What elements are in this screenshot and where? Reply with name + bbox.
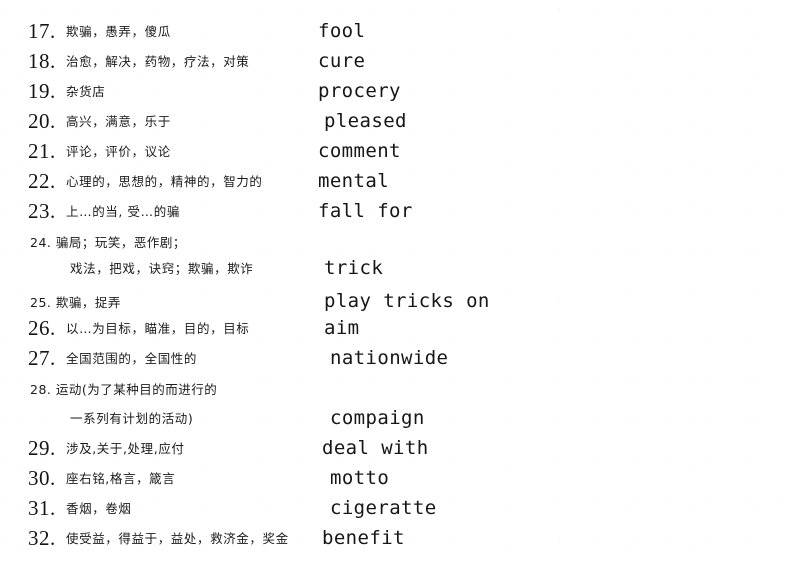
vocab-row: 18. 治愈，解决，药物，疗法，对策 cure: [0, 48, 800, 78]
vocab-row: 24. 骗局；玩笑，恶作剧；: [0, 228, 800, 258]
english-word: benefit: [322, 527, 405, 549]
chinese-gloss: 治愈，解决，药物，疗法，对策: [66, 54, 250, 69]
english-word: comment: [318, 140, 401, 162]
entry-number: 32.: [28, 526, 56, 550]
entry-number: 29.: [28, 436, 56, 460]
entry-number: 17.: [28, 19, 56, 43]
english-word: play tricks on: [324, 290, 490, 312]
english-word: cure: [318, 50, 366, 72]
chinese-gloss: 使受益，得益于，益处，救济金，奖金: [66, 531, 289, 546]
chinese-gloss: 杂货店: [66, 84, 106, 99]
chinese-gloss: 欺骗，愚弄，傻瓜: [66, 24, 171, 39]
vocab-row: 19. 杂货店 procery: [0, 78, 800, 108]
vocab-row: 25. 欺骗，捉弄 play tricks on: [0, 288, 800, 318]
english-word: cigeratte: [330, 497, 437, 519]
chinese-gloss: 心理的，思想的，精神的，智力的: [66, 174, 263, 189]
vocab-row: 26. 以…为目标，瞄准，目的，目标 aim: [0, 315, 800, 345]
vocab-row: 31. 香烟，卷烟 cigeratte: [0, 495, 800, 525]
entry-inline-text: 28. 运动(为了某种目的而进行的: [30, 382, 218, 397]
chinese-gloss: 上…的当, 受…的骗: [66, 204, 180, 219]
vocab-row: 17. 欺骗，愚弄，傻瓜 fool: [0, 18, 800, 48]
chinese-gloss: 涉及,关于,处理,应付: [66, 441, 185, 456]
vocab-row: 22. 心理的，思想的，精神的，智力的 mental: [0, 168, 800, 198]
chinese-gloss: 全国范围的，全国性的: [66, 351, 198, 366]
chinese-gloss: 戏法，把戏，诀窍；欺骗，欺诈: [70, 261, 254, 276]
vocab-row: 23. 上…的当, 受…的骗 fall for: [0, 198, 800, 228]
entry-number: 30.: [28, 466, 56, 490]
entry-number: 20.: [28, 109, 56, 133]
english-word: pleased: [324, 110, 407, 132]
chinese-gloss: 座右铭,格言，箴言: [66, 471, 176, 486]
english-word: mental: [318, 170, 390, 192]
english-word: fall for: [318, 200, 413, 222]
english-word: deal with: [322, 437, 429, 459]
english-word: motto: [330, 467, 390, 489]
entry-number: 19.: [28, 79, 56, 103]
chinese-gloss: 评论，评价，议论: [66, 144, 171, 159]
vocab-row: 27. 全国范围的，全国性的 nationwide: [0, 345, 800, 375]
vocab-row: 28. 运动(为了某种目的而进行的: [0, 375, 800, 405]
vocab-row-continuation: 戏法，把戏，诀窍；欺骗，欺诈 trick: [0, 255, 800, 285]
vocab-row-continuation: 一系列有计划的活动) compaign: [0, 405, 800, 435]
chinese-gloss: 香烟，卷烟: [66, 501, 132, 516]
entry-number: 23.: [28, 199, 56, 223]
english-word: procery: [318, 80, 401, 102]
entry-number: 26.: [28, 316, 56, 340]
entry-number: 27.: [28, 346, 56, 370]
entry-number: 31.: [28, 496, 56, 520]
chinese-gloss: 高兴，满意，乐于: [66, 114, 171, 129]
english-word: nationwide: [330, 347, 449, 369]
chinese-gloss: 一系列有计划的活动): [70, 411, 194, 426]
document-page: 17. 欺骗，愚弄，傻瓜 fool 18. 治愈，解决，药物，疗法，对策 cur…: [0, 0, 800, 566]
english-word: fool: [318, 20, 366, 42]
english-word: aim: [324, 317, 360, 339]
vocab-row: 30. 座右铭,格言，箴言 motto: [0, 465, 800, 495]
entry-number: 18.: [28, 49, 56, 73]
vocab-row: 21. 评论，评价，议论 comment: [0, 138, 800, 168]
vocab-row: 32. 使受益，得益于，益处，救济金，奖金 benefit: [0, 525, 800, 555]
entry-inline-text: 24. 骗局；玩笑，恶作剧；: [30, 235, 186, 250]
vocab-row: 29. 涉及,关于,处理,应付 deal with: [0, 435, 800, 465]
entry-number: 21.: [28, 139, 56, 163]
english-word: compaign: [330, 407, 425, 429]
english-word: trick: [324, 257, 384, 279]
entry-number: 22.: [28, 169, 56, 193]
chinese-gloss: 以…为目标，瞄准，目的，目标: [66, 321, 250, 336]
vocab-row: 20. 高兴，满意，乐于 pleased: [0, 108, 800, 138]
entry-inline-text: 25. 欺骗，捉弄: [30, 295, 121, 310]
